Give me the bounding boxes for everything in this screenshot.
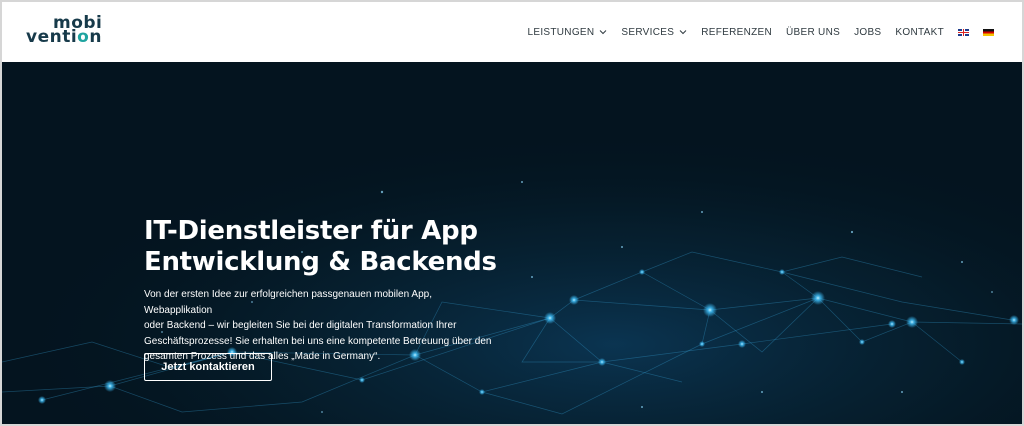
nav-item-jobs[interactable]: JOBS [854, 27, 881, 38]
nav-item-label: JOBS [854, 26, 882, 38]
chevron-down-icon [600, 30, 607, 35]
hero-headline-line-2: Entwicklung & Backends [144, 247, 497, 277]
de-flag-icon[interactable] [983, 28, 994, 36]
logo-line-2: vention [26, 27, 102, 47]
nav-item-referenzen[interactable]: REFERENZEN [701, 27, 772, 38]
nav-item-label: ÜBER UNS [786, 26, 841, 38]
nav-item-label: KONTAKT [895, 26, 944, 38]
nav-item-services[interactable]: SERVICES [621, 27, 687, 38]
browser-viewport: mobi vention LEISTUNGEN SERVICES REFEREN… [2, 2, 1022, 424]
main-navigation: LEISTUNGEN SERVICES REFERENZEN ÜBER UNS … [528, 2, 994, 62]
hero-intro-line: oder Backend – wir begleiten Sie bei der… [144, 320, 457, 331]
hero-intro-line: Geschäftsprozesse! Sie erhalten bei uns … [144, 335, 492, 347]
nav-item-kontakt[interactable]: KONTAKT [895, 27, 944, 38]
uk-flag-icon[interactable] [958, 28, 969, 36]
nav-item-label: SERVICES [621, 26, 675, 38]
hero-intro-line: Von der ersten Idee zur erfolgreichen pa… [144, 289, 432, 316]
nav-item-label: LEISTUNGEN [527, 26, 595, 38]
hero-headline-line-1: IT-Dienstleister für App [144, 216, 478, 246]
site-header: mobi vention LEISTUNGEN SERVICES REFEREN… [2, 2, 1022, 62]
contact-cta-button[interactable]: Jetzt kontaktieren [144, 353, 272, 381]
mobivention-logo[interactable]: mobi vention [26, 15, 106, 49]
nav-item-leistungen[interactable]: LEISTUNGEN [528, 27, 608, 38]
nav-item-label: REFERENZEN [701, 26, 772, 38]
chevron-down-icon [679, 30, 687, 35]
hero-section: IT-Dienstleister für App Entwicklung & B… [2, 62, 1022, 424]
hero-headline: IT-Dienstleister für App Entwicklung & B… [144, 216, 564, 278]
nav-item-ueber-uns[interactable]: ÜBER UNS [786, 27, 840, 38]
